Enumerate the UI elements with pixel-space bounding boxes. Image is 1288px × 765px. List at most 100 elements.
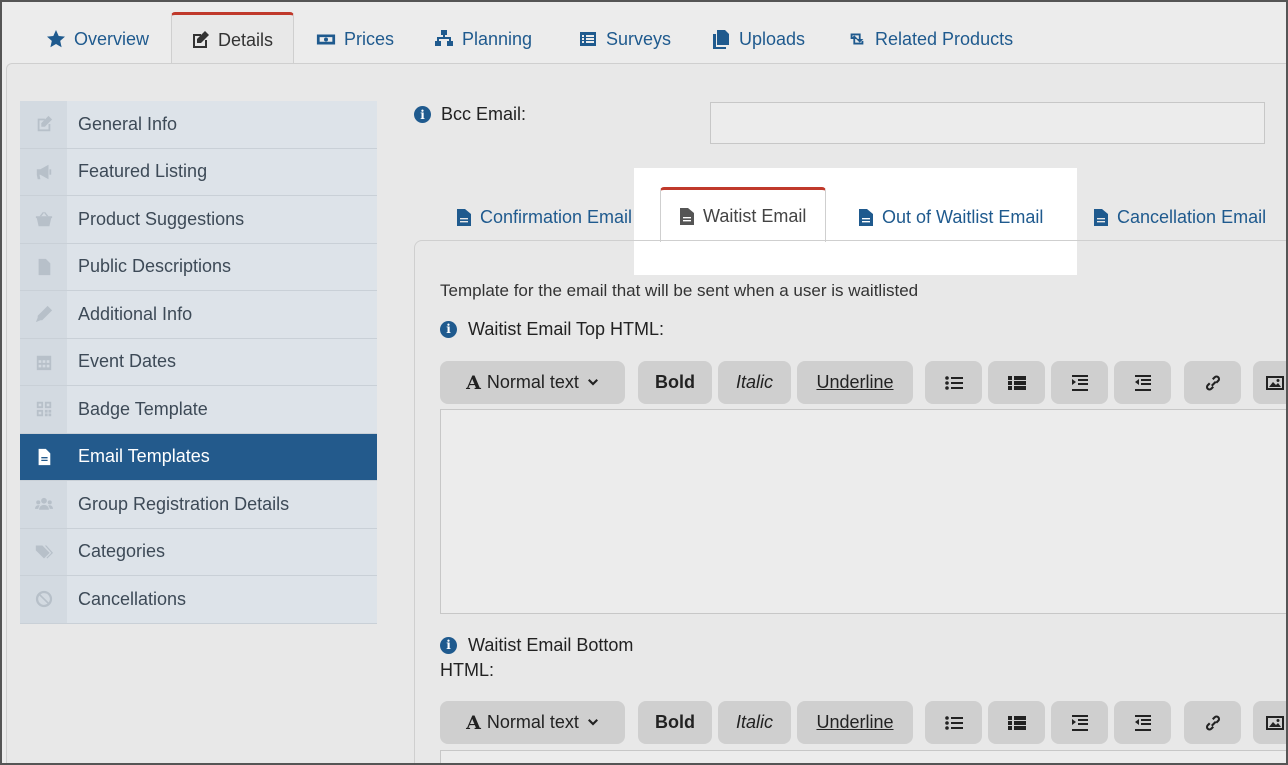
sidebar-item-label: Product Suggestions — [78, 208, 245, 229]
tab-overview[interactable]: Overview — [36, 14, 159, 64]
tab-related-products[interactable]: Related Products — [837, 14, 1023, 64]
template-description: Template for the email that will be sent… — [440, 281, 919, 300]
info-icon[interactable]: i — [414, 106, 431, 123]
bottom-html-editor[interactable] — [440, 750, 1288, 765]
sidebar-item-label: Additional Info — [78, 303, 193, 324]
megaphone-icon — [36, 164, 51, 179]
bcc-email-label-text: Bcc Email: — [441, 104, 527, 124]
tab-label: Overview — [74, 28, 150, 49]
bcc-email-label: i Bcc Email: — [414, 104, 526, 125]
tab-planning[interactable]: Planning — [424, 14, 542, 64]
star-icon — [47, 30, 65, 48]
list-ul-icon — [944, 715, 963, 730]
info-icon[interactable]: i — [440, 321, 457, 338]
tab-details[interactable]: Details — [171, 12, 294, 65]
link-button[interactable] — [1184, 361, 1241, 404]
tab-waitist-email[interactable]: Waitist Email — [660, 187, 827, 242]
bold-button[interactable]: Bold — [638, 361, 712, 404]
files-icon — [713, 30, 729, 49]
file-icon — [38, 258, 50, 275]
list-icon — [1007, 375, 1026, 390]
sidebar-item-additional-info[interactable]: Additional Info — [20, 291, 377, 339]
tab-label: Prices — [344, 28, 395, 49]
image-icon — [1266, 715, 1284, 730]
sidebar-item-label: Event Dates — [78, 351, 177, 372]
indent-button[interactable] — [1051, 701, 1108, 744]
tab-surveys[interactable]: Surveys — [568, 14, 681, 64]
tab-prices[interactable]: Prices — [306, 14, 404, 64]
sidebar-item-product-suggestions[interactable]: Product Suggestions — [20, 196, 377, 244]
money-icon — [316, 34, 336, 45]
sidebar-item-badge-template[interactable]: Badge Template — [20, 386, 377, 434]
sidebar-item-label: Public Descriptions — [78, 256, 232, 277]
tab-out-of-waitlist-email[interactable]: Out of Waitlist Email — [859, 196, 1043, 238]
sidebar-item-label: Group Registration Details — [78, 493, 290, 514]
bottom-html-label: i Waitist Email Bottom — [440, 633, 633, 658]
tab-label: Related Products — [875, 28, 1014, 49]
pencil-icon — [35, 306, 52, 323]
sidebar-item-label: Cancellations — [78, 588, 187, 609]
numbered-list-button[interactable] — [988, 701, 1045, 744]
indent-button[interactable] — [1051, 361, 1108, 404]
sidebar-item-public-descriptions[interactable]: Public Descriptions — [20, 243, 377, 291]
link-icon — [1205, 714, 1220, 731]
chevron-down-icon — [587, 718, 598, 725]
sidebar-item-label: Categories — [78, 541, 166, 562]
tab-cancellation-email[interactable]: Cancellation Email — [1094, 196, 1266, 238]
sidebar-item-label: Badge Template — [78, 398, 208, 419]
sidebar-item-featured-listing[interactable]: Featured Listing — [20, 148, 377, 196]
tab-label: Planning — [462, 28, 533, 49]
info-icon[interactable]: i — [440, 637, 457, 654]
italic-button[interactable]: Italic — [718, 361, 791, 404]
bold-button[interactable]: Bold — [638, 701, 712, 744]
tab-uploads[interactable]: Uploads — [701, 14, 815, 64]
tab-label: Uploads — [739, 28, 806, 49]
link-button[interactable] — [1184, 701, 1241, 744]
tab-label: Details — [218, 29, 274, 50]
tags-icon — [35, 545, 53, 559]
top-html-editor[interactable] — [440, 409, 1288, 614]
bullet-list-button[interactable] — [925, 701, 982, 744]
file-text-icon — [457, 208, 471, 226]
sidebar-item-event-dates[interactable]: Event Dates — [20, 338, 377, 386]
tab-label: Cancellation Email — [1117, 206, 1267, 227]
sidebar-item-general-info[interactable]: General Info — [20, 101, 377, 149]
underline-button[interactable]: Underline — [797, 701, 913, 744]
numbered-list-button[interactable] — [988, 361, 1045, 404]
image-button[interactable] — [1253, 361, 1288, 404]
basket-icon — [35, 212, 52, 227]
sidebar-item-cancellations[interactable]: Cancellations — [20, 576, 377, 624]
sidebar: General Info Featured Listing Product Su… — [20, 101, 377, 624]
sidebar-item-label: Email Templates — [78, 446, 210, 467]
image-button[interactable] — [1253, 701, 1288, 744]
underline-button[interactable]: Underline — [797, 361, 913, 404]
indent-icon — [1071, 714, 1088, 731]
outdent-button[interactable] — [1114, 361, 1171, 404]
edit-icon — [193, 31, 209, 48]
bottom-html-label-text: Waitist Email Bottom — [468, 635, 634, 655]
bcc-email-input[interactable] — [710, 102, 1265, 144]
retweet-icon — [850, 33, 864, 45]
outdent-icon — [1134, 374, 1151, 391]
font-icon: A — [466, 711, 481, 734]
tab-label: Waitist Email — [703, 205, 807, 226]
tab-label: Confirmation Email — [480, 206, 633, 227]
edit-icon — [37, 116, 52, 132]
sidebar-item-email-templates[interactable]: Email Templates — [20, 433, 377, 481]
qrcode-icon — [36, 402, 51, 417]
text-format-dropdown[interactable]: A Normal text — [440, 361, 625, 404]
bullet-list-button[interactable] — [925, 361, 982, 404]
sidebar-item-label: General Info — [78, 113, 178, 134]
link-icon — [1205, 374, 1220, 391]
outdent-icon — [1134, 714, 1151, 731]
sidebar-item-group-registration-details[interactable]: Group Registration Details — [20, 481, 377, 529]
sidebar-item-categories[interactable]: Categories — [20, 528, 377, 576]
file-text-icon — [680, 207, 694, 225]
ban-icon — [35, 591, 52, 608]
image-icon — [1266, 375, 1284, 390]
tab-confirmation-email[interactable]: Confirmation Email — [457, 196, 632, 238]
text-format-dropdown[interactable]: A Normal text — [440, 701, 625, 744]
outdent-button[interactable] — [1114, 701, 1171, 744]
italic-button[interactable]: Italic — [718, 701, 791, 744]
list-ul-icon — [944, 375, 963, 390]
